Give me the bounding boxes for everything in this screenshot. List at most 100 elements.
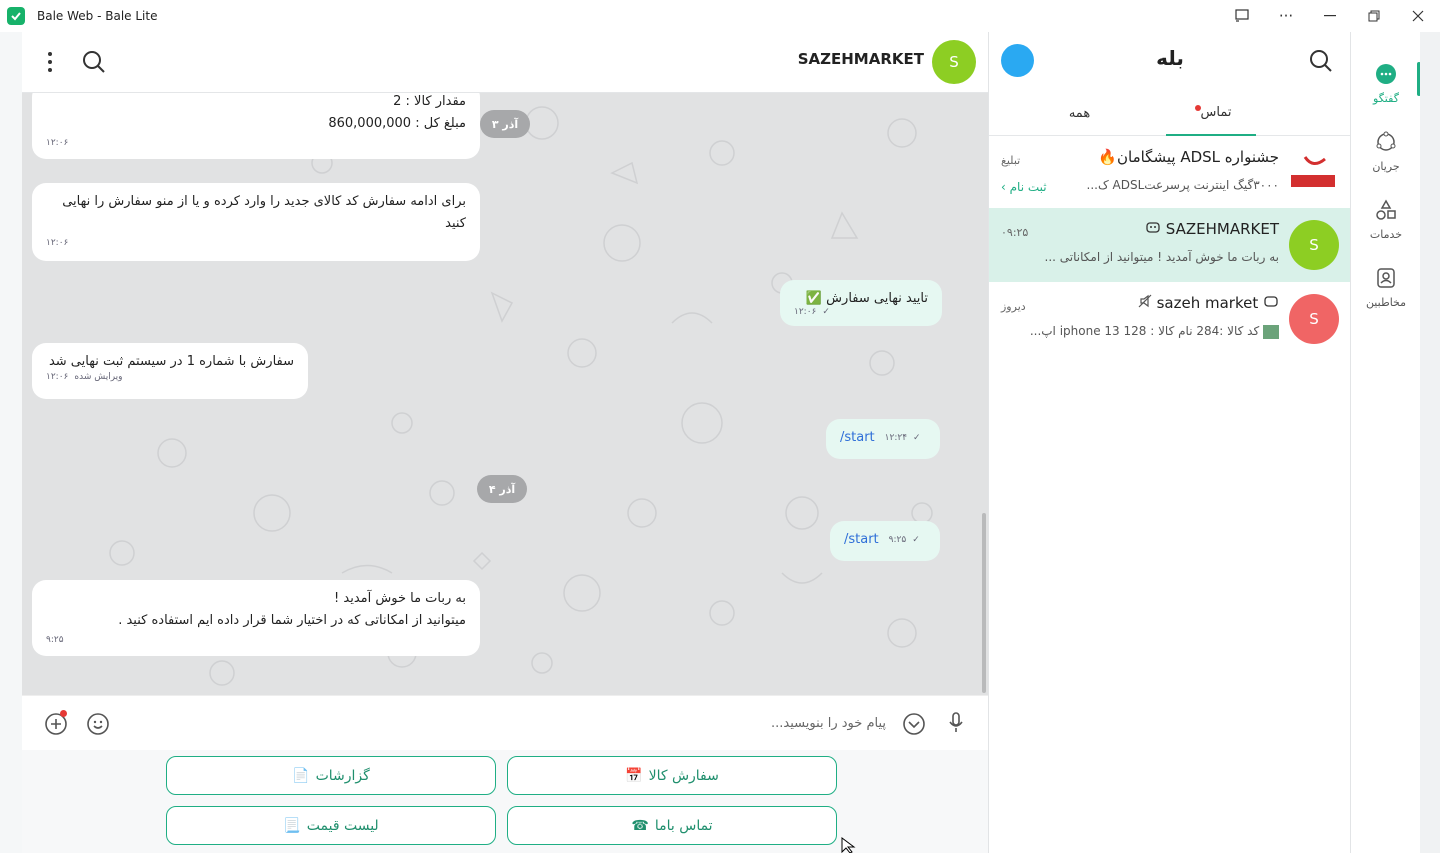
chat-name: sazeh market (1138, 294, 1279, 312)
chat-panel: S SAZEHMARKET ۳ آذر ۴ آذر مقدار کالا: 2… (22, 32, 988, 853)
message-list: ۳ آذر ۴ آذر مقدار کالا : 2 مبلغ کل : 860… (22, 93, 988, 695)
message-bubble[interactable]: مقدار کالا : 2 مبلغ کل : 860,000,000 ۱۲:… (32, 93, 480, 159)
message-time: ۱۲:۰۶ (46, 138, 69, 148)
keyboard-button-label: تماس باما (654, 817, 713, 834)
chat-avatar: S (1289, 294, 1339, 344)
nav-label: گفتگو (1373, 92, 1399, 105)
chat-time: دیروز (1001, 300, 1026, 313)
nav-item-services[interactable]: خدمات (1351, 190, 1421, 250)
message-bubble[interactable]: تایید نهایی سفارش ✅ ۱۲:۰۶ ✓ (780, 280, 942, 326)
date-separator: ۴ آذر (477, 475, 527, 503)
message-time: ۹:۲۵ (46, 635, 64, 645)
message-text: مبلغ کل : 860,000,000 (328, 116, 466, 131)
chat-bubble-icon (1375, 63, 1397, 88)
keyboard-button-price-list[interactable]: لیست قیمت 📃 (166, 806, 496, 845)
message-scrollbar[interactable] (982, 513, 986, 693)
search-icon[interactable] (1309, 49, 1333, 77)
window-edge-right (1420, 32, 1440, 853)
message-text: به ربات ما خوش آمدید ! (334, 591, 466, 606)
chat-avatar[interactable]: S (932, 40, 976, 84)
message-bubble[interactable]: /start ۹:۲۵ ✓ (830, 521, 940, 561)
keyboard-button-contact[interactable]: تماس باما ☎ (507, 806, 837, 845)
keyboard-button-order[interactable]: سفارش کالا 📅 (507, 756, 837, 795)
edited-label: ویرایش شده (74, 372, 123, 382)
tab-contacts[interactable]: تماس (1166, 90, 1256, 136)
message-bubble[interactable]: برای ادامه سفارش کد کالای جدید را وارد ک… (32, 183, 480, 261)
sent-check-icon: ✓ (822, 307, 830, 317)
cast-icon[interactable] (1220, 0, 1264, 32)
message-time: ۱۲:۲۴ (884, 433, 908, 443)
composer: پیام خود را بنویسید... (22, 695, 988, 750)
chat-preview-text: کد کالا :284 نام کالا : iphone 13 128 اپ… (1029, 324, 1260, 338)
more-icon[interactable]: ··· (1264, 0, 1308, 32)
sent-check-icon: ✓ (913, 433, 921, 443)
document-icon: 📄 (292, 767, 310, 784)
message-time: ۱۲:۰۶ (46, 372, 69, 382)
message-command-link[interactable]: /start (840, 427, 875, 449)
sent-check-icon: ✓ (912, 535, 920, 545)
keyboard-button-label: لیست قیمت (306, 817, 379, 834)
message-text: کنید (445, 216, 466, 231)
message-time: ۹:۲۵ (888, 535, 907, 545)
keyboard-button-label: سفارش کالا (648, 767, 719, 784)
nav-item-chats[interactable]: گفتگو (1351, 54, 1421, 114)
keyboard-toggle-chevron-icon[interactable] (902, 712, 926, 740)
mouse-cursor-icon (841, 837, 856, 853)
message-text: مقدار کالا : 2 (393, 94, 466, 109)
chat-name-text: SAZEHMARKET (1165, 220, 1279, 238)
chat-preview: کد کالا :284 نام کالا : iphone 13 128 اپ… (1030, 324, 1279, 339)
microphone-icon[interactable] (948, 712, 964, 738)
chat-name: جشنواره ADSL پیشگامان🔥 (1098, 148, 1279, 166)
chat-preview: به ربات ما خوش آمدید ! میتوانید از امکان… (1044, 250, 1279, 264)
message-time: ۱۲:۰۶ (46, 238, 69, 248)
nav-item-contacts[interactable]: مخاطبین (1351, 258, 1421, 318)
calendar-icon: 📅 (625, 767, 643, 784)
tab-label: همه (1068, 105, 1091, 121)
chat-list-item[interactable]: S sazeh market کد کالا :284 نام کالا : i… (989, 282, 1351, 356)
message-bubble[interactable]: /start ۱۲:۲۴ ✓ (826, 419, 940, 459)
keyboard-button-reports[interactable]: گزارشات 📄 (166, 756, 496, 795)
bale-logo-icon (7, 7, 25, 25)
tab-all[interactable]: همه (989, 90, 1170, 136)
register-link[interactable]: ثبت نام › (1001, 180, 1047, 194)
chat-preview: ۳۰۰۰گیگ اینترنت پرسرعتADSL ک... (1086, 178, 1280, 192)
chat-header: S SAZEHMARKET (22, 32, 988, 93)
contacts-icon (1375, 267, 1397, 292)
minimize-button[interactable] (1308, 0, 1352, 32)
more-vertical-icon[interactable] (47, 51, 53, 77)
search-icon[interactable] (82, 50, 106, 78)
message-bubble[interactable]: به ربات ما خوش آمدید ! میتوانید از امکان… (32, 580, 480, 656)
maximize-button[interactable] (1352, 0, 1396, 32)
message-command-link[interactable]: /start (844, 529, 879, 551)
close-button[interactable] (1396, 0, 1440, 32)
nav-item-stream[interactable]: جریان (1351, 122, 1421, 182)
date-separator: ۳ آذر (480, 110, 530, 138)
message-input[interactable]: پیام خود را بنویسید... (771, 716, 886, 731)
notification-dot (60, 710, 67, 717)
chat-list-item[interactable]: جشنواره ADSL پیشگامان🔥 ۳۰۰۰گیگ اینترنت پ… (989, 136, 1351, 210)
message-text: برای ادامه سفارش کد کالای جدید را وارد ک… (62, 194, 466, 209)
message-text: میتوانید از امکاناتی که در اختیار شما قر… (118, 613, 466, 628)
muted-icon (1138, 294, 1152, 312)
chat-title[interactable]: SAZEHMARKET (798, 50, 924, 68)
chat-avatar: S (1289, 220, 1339, 270)
bot-keyboard: سفارش کالا 📅 گزارشات 📄 تماس باما ☎ لیست … (22, 750, 988, 853)
chat-tabs: تماس همه (989, 90, 1351, 136)
services-icon (1375, 199, 1397, 224)
message-text: سفارش با شماره 1 در سیستم ثبت نهایی شد (48, 354, 294, 369)
page-icon: 📃 (283, 817, 301, 834)
window-title: Bale Web - Bale Lite (37, 9, 158, 23)
message-time: ۱۲:۰۶ (794, 307, 817, 317)
emoji-icon[interactable] (86, 712, 110, 740)
nav-label: مخاطبین (1365, 296, 1407, 309)
message-bubble[interactable]: سفارش با شماره 1 در سیستم ثبت نهایی شد ۱… (32, 343, 308, 399)
chat-list-panel: بله تماس همه جشنواره ADSL پیشگامان🔥 ۳۰۰۰… (988, 32, 1351, 853)
chat-list-item[interactable]: S SAZEHMARKET به ربات ما خوش آمدید ! میت… (989, 208, 1351, 282)
tab-label: تماس (1200, 104, 1232, 120)
window-edge-left (0, 32, 22, 853)
nav-rail: گفتگو جریان خدمات مخاطبین (1350, 32, 1421, 853)
chat-name: SAZEHMARKET (1145, 220, 1279, 238)
app-title: بله (1156, 46, 1184, 70)
chat-avatar-logo (1287, 148, 1339, 198)
photo-thumb-icon (1263, 324, 1279, 339)
